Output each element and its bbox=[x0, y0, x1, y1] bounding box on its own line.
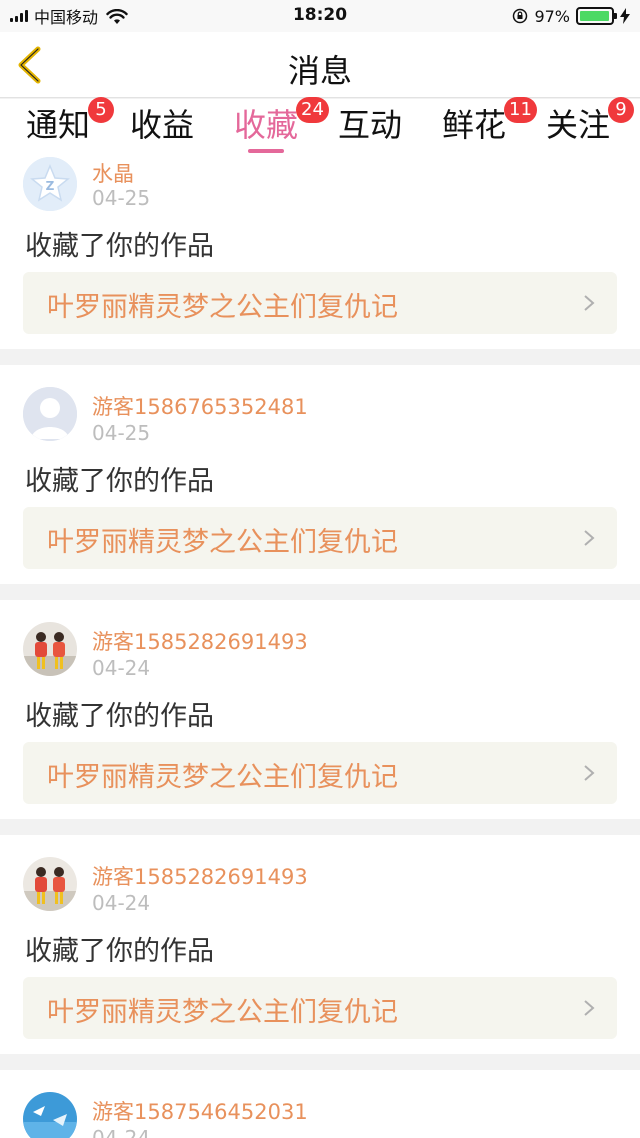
tab-label: 关注 bbox=[546, 106, 611, 144]
work-title: 叶罗丽精灵梦之公主们复仇记 bbox=[47, 997, 398, 1028]
unread-badge: 24 bbox=[296, 97, 329, 123]
chevron-right-icon bbox=[584, 1000, 595, 1016]
tab-following[interactable]: 关注 9 bbox=[546, 97, 634, 153]
active-tab-indicator bbox=[248, 149, 284, 153]
chevron-right-icon bbox=[584, 295, 595, 311]
tab-earnings[interactable]: 收益 bbox=[130, 105, 194, 153]
battery-icon bbox=[576, 7, 617, 25]
battery-percent: 97% bbox=[534, 6, 570, 26]
username[interactable]: 游客1587546452031 bbox=[92, 1096, 308, 1126]
tab-flowers[interactable]: 鲜花 11 bbox=[442, 97, 537, 153]
chevron-right-icon bbox=[584, 765, 595, 781]
tab-label: 收益 bbox=[130, 106, 195, 144]
username[interactable]: 游客1585282691493 bbox=[92, 626, 308, 656]
message-card: 游客1585282691493 04-24 收藏了你的作品 叶罗丽精灵梦之公主们… bbox=[0, 600, 640, 819]
tab-favorites[interactable]: 收藏 24 bbox=[234, 97, 329, 153]
username[interactable]: 水晶 bbox=[92, 158, 134, 188]
qq-default-avatar-icon: Z bbox=[23, 157, 77, 211]
message-card: 游客1587546452031 04-24 bbox=[0, 1070, 640, 1138]
username[interactable]: 游客1586765352481 bbox=[92, 391, 308, 421]
work-link[interactable]: 叶罗丽精灵梦之公主们复仇记 bbox=[23, 977, 617, 1039]
avatar[interactable] bbox=[23, 857, 77, 911]
message-tabs: 通知 5 收益 收藏 24 互动 鲜花 11 关注 9 bbox=[0, 97, 640, 155]
work-link[interactable]: 叶罗丽精灵梦之公主们复仇记 bbox=[23, 742, 617, 804]
unread-badge: 5 bbox=[88, 97, 114, 123]
work-title: 叶罗丽精灵梦之公主们复仇记 bbox=[47, 762, 398, 793]
tab-label: 收藏 bbox=[234, 106, 299, 144]
avatar[interactable] bbox=[23, 1092, 77, 1138]
work-link[interactable]: 叶罗丽精灵梦之公主们复仇记 bbox=[23, 272, 617, 334]
tab-label: 通知 bbox=[26, 106, 91, 144]
work-title: 叶罗丽精灵梦之公主们复仇记 bbox=[47, 292, 398, 323]
message-date: 04-25 bbox=[92, 186, 151, 210]
action-text: 收藏了你的作品 bbox=[25, 466, 214, 497]
unread-badge: 11 bbox=[504, 97, 537, 123]
action-text: 收藏了你的作品 bbox=[25, 936, 214, 967]
photo-avatar-icon bbox=[23, 622, 77, 676]
status-bar: 中国移动 18:20 97% bbox=[0, 0, 640, 32]
work-title: 叶罗丽精灵梦之公主们复仇记 bbox=[47, 527, 398, 558]
tab-label: 鲜花 bbox=[442, 106, 507, 144]
photo-avatar-icon bbox=[23, 857, 77, 911]
message-card: Z 水晶 04-25 收藏了你的作品 叶罗丽精灵梦之公主们复仇记 bbox=[0, 155, 640, 349]
action-text: 收藏了你的作品 bbox=[25, 701, 214, 732]
message-card: 游客1586765352481 04-25 收藏了你的作品 叶罗丽精灵梦之公主们… bbox=[0, 365, 640, 584]
avatar[interactable] bbox=[23, 387, 77, 441]
avatar[interactable] bbox=[23, 622, 77, 676]
username[interactable]: 游客1585282691493 bbox=[92, 861, 308, 891]
avatar[interactable]: Z bbox=[23, 157, 77, 211]
page-title: 消息 bbox=[287, 52, 352, 90]
message-date: 04-24 bbox=[92, 891, 151, 915]
svg-text:Z: Z bbox=[46, 179, 55, 193]
tab-notifications[interactable]: 通知 5 bbox=[26, 97, 114, 153]
chevron-right-icon bbox=[584, 530, 595, 546]
tab-label: 互动 bbox=[338, 106, 403, 144]
charging-bolt-icon bbox=[620, 8, 630, 24]
tab-interactions[interactable]: 互动 bbox=[338, 105, 402, 153]
rotation-lock-icon bbox=[512, 8, 528, 24]
user-silhouette-icon bbox=[23, 387, 77, 441]
navigation-bar: 消息 bbox=[0, 32, 640, 98]
message-date: 04-25 bbox=[92, 421, 151, 445]
action-text: 收藏了你的作品 bbox=[25, 231, 214, 262]
message-date: 04-24 bbox=[92, 656, 151, 680]
message-date: 04-24 bbox=[92, 1126, 151, 1138]
message-card: 游客1585282691493 04-24 收藏了你的作品 叶罗丽精灵梦之公主们… bbox=[0, 835, 640, 1054]
sky-photo-avatar-icon bbox=[23, 1092, 77, 1138]
work-link[interactable]: 叶罗丽精灵梦之公主们复仇记 bbox=[23, 507, 617, 569]
unread-badge: 9 bbox=[608, 97, 634, 123]
